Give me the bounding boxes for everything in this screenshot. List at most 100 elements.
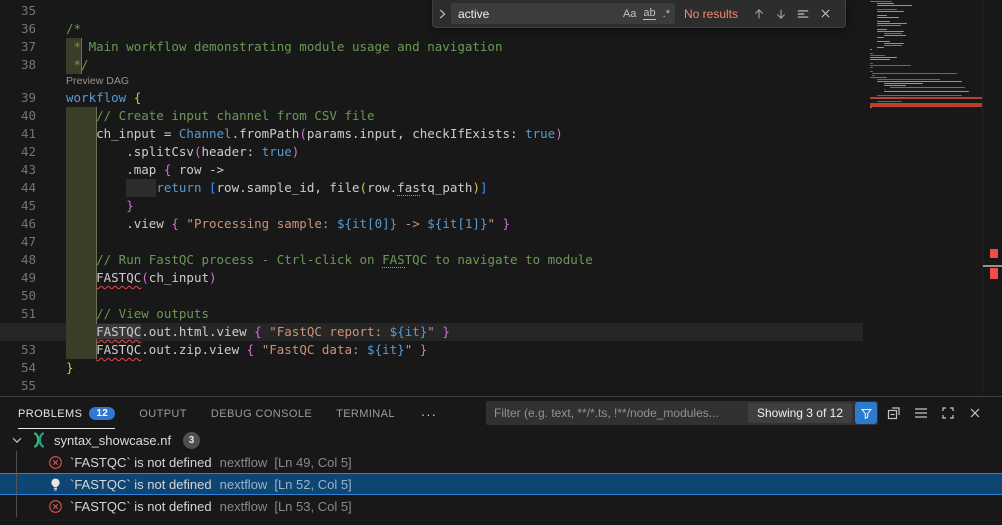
line-number[interactable]: 44 [0,179,66,197]
line-number[interactable]: 51 [0,305,66,323]
code-token: ( [360,180,368,195]
line-number[interactable]: 43 [0,161,66,179]
code-line[interactable]: FASTQC.out.html.view { "FastQC report: $… [66,323,863,341]
next-match-button[interactable] [770,7,792,21]
problem-position: [Ln 52, Col 5] [274,477,351,492]
code-token: } [66,360,74,375]
code-line[interactable]: FASTQC(ch_input) [66,269,863,287]
code-line[interactable]: */ [66,56,863,74]
find-input-box[interactable]: Aa ab .* [451,3,675,24]
line-number[interactable]: 37 [0,38,66,56]
problem-source: nextflow [220,477,268,492]
code-token: .splitCsv [66,144,194,159]
tab-problems[interactable]: PROBLEMS 12 [18,398,115,429]
problem-source: nextflow [220,455,268,470]
code-line[interactable]: FASTQC.out.zip.view { "FastQC data: ${it… [66,341,863,359]
code-line[interactable]: return [row.sample_id, file(row.fastq_pa… [66,179,863,197]
find-input[interactable] [458,7,616,21]
chevron-down-icon[interactable] [10,433,24,447]
table-lines-icon [913,405,929,421]
problems-filter-box[interactable]: Showing 3 of 12 [486,401,878,425]
code-token [254,342,262,357]
code-lines[interactable]: /* * Main workflow demonstrating module … [66,0,863,395]
problem-source: nextflow [220,499,268,514]
line-number[interactable]: 45 [0,197,66,215]
whole-word-icon[interactable]: ab [643,7,655,20]
code-line[interactable]: .map { row -> [66,161,863,179]
minimap[interactable] [870,0,982,395]
minimap-error-line [870,105,982,107]
more-tabs-button[interactable]: ··· [421,398,437,429]
find-in-selection-button[interactable] [792,7,814,21]
code-line[interactable]: } [66,197,863,215]
code-line[interactable] [66,233,863,251]
code-editor[interactable]: 3536373839404142434445464748495051525354… [0,0,1002,395]
code-token: */ [66,57,89,72]
previous-match-button[interactable] [748,7,770,21]
line-number[interactable]: 50 [0,287,66,305]
code-line[interactable]: // Run FastQC process - Ctrl-click on FA… [66,251,863,269]
codelens-preview-dag[interactable]: Preview DAG [66,74,863,89]
code-token: ch_input [149,270,209,285]
code-token [495,216,503,231]
panel-header: PROBLEMS 12 OUTPUT DEBUG CONSOLE TERMINA… [0,397,1002,429]
code-token: ( [141,270,149,285]
code-line[interactable]: workflow { [66,89,863,107]
overview-ruler[interactable] [982,0,1002,395]
tab-debug-console[interactable]: DEBUG CONSOLE [211,398,312,429]
view-as-table-button[interactable] [912,404,930,422]
code-line[interactable]: } [66,359,863,377]
line-number[interactable]: 40 [0,107,66,125]
line-number[interactable]: 41 [0,125,66,143]
line-number[interactable]: 46 [0,215,66,233]
regex-icon[interactable]: .* [663,8,670,20]
tab-output[interactable]: OUTPUT [139,398,187,429]
code-token: "FastQC data: [262,342,367,357]
code-line[interactable]: * Main workflow demonstrating module usa… [66,38,863,56]
code-line[interactable]: .view { "Processing sample: ${it[0]} -> … [66,215,863,233]
code-token: row. [367,180,397,195]
ruler-error-mark [990,249,998,258]
code-token: tq_path [420,180,473,195]
line-number[interactable]: 54 [0,359,66,377]
code-token: ) [472,180,480,195]
problem-row[interactable]: `FASTQC` is not defined nextflow [Ln 49,… [0,451,1002,473]
collapse-all-button[interactable] [885,404,903,422]
line-number[interactable]: 47 [0,233,66,251]
tab-terminal[interactable]: TERMINAL [336,398,395,429]
line-number[interactable]: 55 [0,377,66,395]
close-find-button[interactable] [814,7,836,20]
code-token: ] [480,180,488,195]
problems-file-row[interactable]: syntax_showcase.nf 3 [0,429,1002,451]
match-case-icon[interactable]: Aa [623,8,636,20]
filter-funnel-button[interactable] [855,402,877,424]
line-number[interactable]: 35 [0,2,66,20]
code-token: " [487,216,495,231]
code-line[interactable]: // Create input channel from CSV file [66,107,863,125]
code-line[interactable]: ch_input = Channel.fromPath(params.input… [66,125,863,143]
line-number[interactable]: 53 [0,341,66,359]
problems-filter-input[interactable] [486,406,748,420]
code-token: true [525,126,555,141]
code-token: ) [209,270,217,285]
close-panel-button[interactable] [966,404,984,422]
maximize-panel-button[interactable] [939,404,957,422]
line-number[interactable]: 49 [0,269,66,287]
code-line[interactable] [66,287,863,305]
lightbulb-icon[interactable] [48,477,63,492]
code-token: ${it} [390,324,428,339]
toggle-replace-button[interactable] [433,7,451,21]
problem-row[interactable]: `FASTQC` is not defined nextflow [Ln 53,… [0,495,1002,517]
line-number[interactable]: 36 [0,20,66,38]
code-token: TQC [405,252,428,267]
code-line[interactable] [66,377,863,395]
line-number[interactable]: 39 [0,89,66,107]
line-number[interactable]: 38 [0,56,66,74]
code-token: return [156,180,201,195]
problem-row-selected[interactable]: `FASTQC` is not defined nextflow [Ln 52,… [0,473,1002,495]
code-line[interactable]: // View outputs [66,305,863,323]
code-line[interactable]: .splitCsv(header: true) [66,143,863,161]
arrow-down-icon [774,7,788,21]
line-number[interactable]: 48 [0,251,66,269]
line-number[interactable]: 42 [0,143,66,161]
